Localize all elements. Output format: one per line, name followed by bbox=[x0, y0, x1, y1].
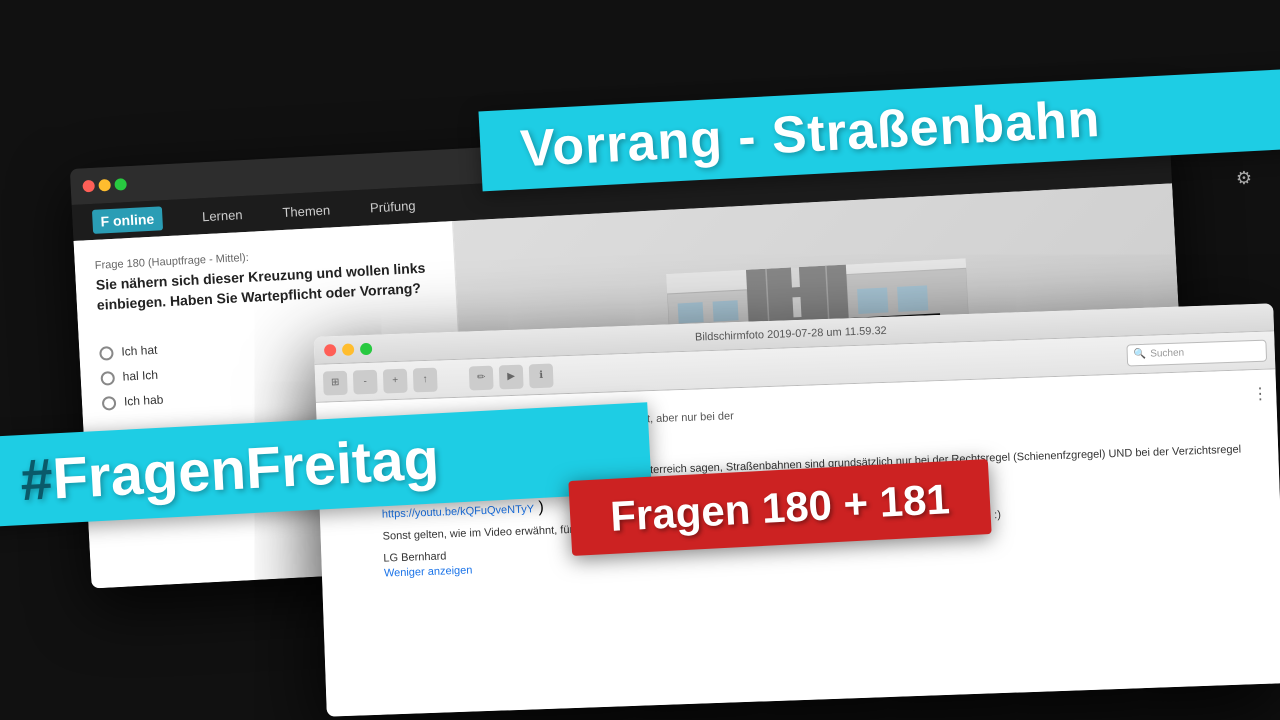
comment-link-suffix: ) bbox=[538, 498, 544, 515]
minimize-btn[interactable] bbox=[98, 179, 111, 192]
comment-link[interactable]: https://youtu.be/kQFuQveNTyY bbox=[382, 503, 535, 520]
nav-logo[interactable]: F online bbox=[92, 206, 163, 234]
answer-text-2: hal Ich bbox=[122, 367, 158, 386]
radio-1[interactable] bbox=[99, 346, 114, 361]
close-btn[interactable] bbox=[82, 180, 95, 193]
radio-2[interactable] bbox=[100, 371, 115, 386]
fragenfreitag-text: FragenFreitag bbox=[51, 426, 441, 511]
zoom-out-btn[interactable]: - bbox=[353, 369, 378, 394]
share-btn[interactable]: ↑ bbox=[413, 367, 438, 392]
search-icon: 🔍 bbox=[1134, 349, 1147, 360]
nav-item-lernen[interactable]: Lernen bbox=[202, 207, 243, 224]
answer-text-3: Ich hab bbox=[124, 391, 164, 410]
three-dots-icon[interactable]: ⋮ bbox=[1252, 384, 1269, 405]
edit-btn[interactable]: ✏ bbox=[469, 365, 494, 390]
answer-text-1: Ich hat bbox=[121, 342, 158, 361]
banner-middle-text: #FragenFreitag bbox=[19, 425, 441, 514]
hash-symbol: # bbox=[19, 446, 55, 513]
nav-btn[interactable]: ▶ bbox=[499, 364, 524, 389]
nav-item-pruefung[interactable]: Prüfung bbox=[370, 198, 416, 215]
view-toggle-btn[interactable]: ⊞ bbox=[323, 370, 348, 395]
info-btn[interactable]: ℹ bbox=[529, 363, 554, 388]
gear-icon[interactable]: ⚙ bbox=[1236, 168, 1252, 189]
radio-3[interactable] bbox=[102, 396, 117, 411]
search-bar[interactable]: 🔍 Suchen bbox=[1126, 339, 1267, 366]
search-placeholder: Suchen bbox=[1150, 348, 1184, 360]
badge-fragen-text: Fragen 180 + 181 bbox=[609, 475, 951, 541]
zoom-in-btn[interactable]: + bbox=[383, 368, 408, 393]
nav-item-themen[interactable]: Themen bbox=[282, 202, 330, 219]
maximize-btn[interactable] bbox=[114, 178, 127, 191]
